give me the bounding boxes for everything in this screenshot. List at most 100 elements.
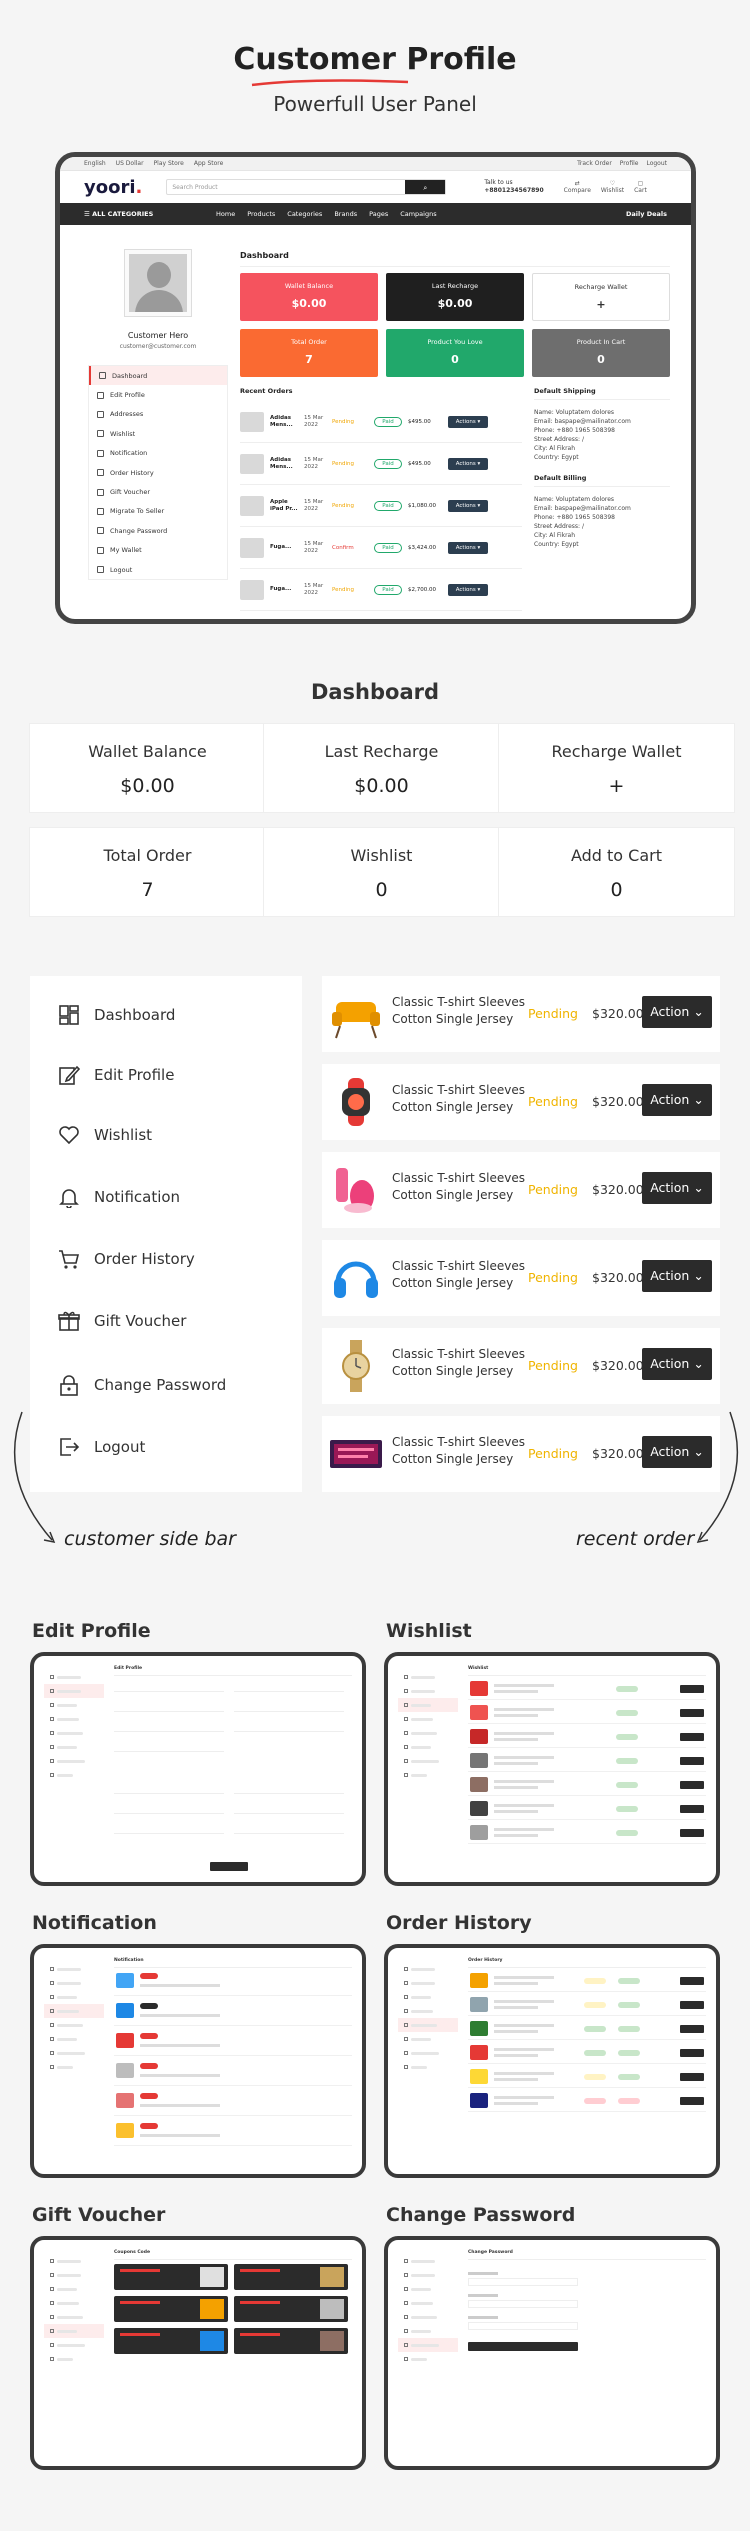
actions-button[interactable]: Actions ▾ (448, 415, 488, 428)
menu-item-change-password[interactable]: Change Password (89, 521, 227, 540)
menu-item-edit-profile[interactable]: Edit Profile (89, 385, 227, 404)
bell-icon (97, 449, 104, 457)
total-order-card: Total Order 7 (30, 828, 265, 916)
stat-card-wallet: Wallet Balance $0.00 (240, 273, 378, 321)
bell-icon (59, 1189, 79, 1208)
nav-item-campaigns[interactable]: Campaigns (400, 210, 436, 218)
phone-number: +8801234567890 (484, 187, 544, 194)
headphones-image (334, 1261, 378, 1298)
nav-item-home[interactable]: Home (216, 210, 235, 218)
lock-icon (60, 1375, 78, 1396)
store-icon (97, 507, 104, 515)
profile-link[interactable]: Profile (620, 160, 639, 167)
order-card: Classic T-shirt Sleeves Cotton Single Jer… (322, 1416, 720, 1492)
update-button[interactable] (210, 1862, 248, 1871)
actions-button[interactable]: Actions ▾ (448, 457, 488, 470)
play-store-link[interactable]: Play Store (154, 160, 184, 167)
action-button[interactable]: Action ⌄ (642, 1348, 712, 1380)
cart-icon (97, 469, 104, 477)
sidebar-item-order-history[interactable]: Order History (58, 1248, 195, 1270)
menu-item-order-history[interactable]: Order History (89, 463, 227, 482)
menu-item-addresses[interactable]: Addresses (89, 405, 227, 424)
menu-item-wishlist[interactable]: Wishlist (89, 424, 227, 443)
stat-card-last-recharge: Last Recharge $0.00 (386, 273, 524, 321)
nav-item-brands[interactable]: Brands (334, 210, 357, 218)
wishlist-button[interactable]: ♡ Wishlist (601, 180, 624, 194)
wallet-balance-card: Wallet Balance $0.00 (30, 724, 265, 812)
nav-item-products[interactable]: Products (247, 210, 275, 218)
search-input[interactable]: Search Product (167, 180, 405, 194)
stat-card-total-order: Total Order 7 (240, 329, 378, 377)
order-price: $320.00 (592, 1446, 644, 1461)
logout-icon (97, 566, 104, 574)
order-status: Pending (528, 1182, 578, 1197)
search-button[interactable]: ⌕ (405, 180, 446, 194)
nav-item-pages[interactable]: Pages (369, 210, 388, 218)
daily-deals-link[interactable]: Daily Deals (626, 210, 667, 218)
add-to-cart-card: Add to Cart 0 (499, 828, 734, 916)
menu-item-logout[interactable]: Logout (89, 560, 227, 579)
sidebar-item-gift-voucher[interactable]: Gift Voucher (58, 1310, 186, 1332)
recharge-wallet-card[interactable]: Recharge Wallet + (499, 724, 734, 812)
app-store-link[interactable]: App Store (194, 160, 224, 167)
customer-sidebar: Dashboard Edit Profile Wishlist Notifica… (30, 976, 302, 1492)
menu-item-my-wallet[interactable]: My Wallet (89, 541, 227, 560)
all-categories-button[interactable]: ☰ ALL CATEGORIES (84, 210, 204, 218)
order-price: $320.00 (592, 1270, 644, 1285)
dashboard-icon (59, 1005, 79, 1025)
order-card: Classic T-shirt Sleeves Cotton Single Jer… (322, 1152, 720, 1228)
logout-link[interactable]: Logout (646, 160, 667, 167)
sidebar-item-notification[interactable]: Notification (58, 1186, 180, 1208)
order-price: $320.00 (592, 1094, 644, 1109)
actions-button[interactable]: Actions ▾ (448, 541, 488, 554)
track-order-link[interactable]: Track Order (577, 160, 612, 167)
menu-item-migrate-seller[interactable]: Migrate To Seller (89, 502, 227, 521)
action-button[interactable]: Action ⌄ (642, 1260, 712, 1292)
laptop-mockup: English US Dollar Play Store App Store T… (55, 152, 696, 624)
stat-card-recharge[interactable]: Recharge Wallet + (532, 273, 670, 321)
menu-item-dashboard[interactable]: Dashboard (89, 366, 227, 386)
talk-to-us-label: Talk to us (484, 179, 513, 186)
preview-label-gift-voucher: Gift Voucher (32, 2204, 166, 2226)
preview-heading: Order History (468, 1958, 706, 1968)
paid-badge: Paid (374, 416, 402, 427)
menu-item-gift-voucher[interactable]: Gift Voucher (89, 482, 227, 501)
topbar: English US Dollar Play Store App Store T… (60, 157, 691, 171)
language-select[interactable]: English (84, 160, 106, 167)
order-status: Pending (528, 1006, 578, 1021)
site-logo[interactable]: yoori. (84, 177, 142, 198)
actions-button[interactable]: Actions ▾ (448, 583, 488, 596)
compare-icon: ⇄ (574, 180, 580, 187)
menu-item-notification[interactable]: Notification (89, 444, 227, 463)
save-changes-button[interactable] (468, 2342, 578, 2351)
actions-button[interactable]: Actions ▾ (448, 499, 488, 512)
page-subtitle: Powerfull User Panel (273, 92, 477, 116)
sidebar-item-dashboard[interactable]: Dashboard (58, 1004, 175, 1026)
sidebar-item-edit-profile[interactable]: Edit Profile (58, 1064, 174, 1086)
profile-menu: Dashboard Edit Profile Addresses Wishlis… (88, 365, 228, 581)
currency-select[interactable]: US Dollar (116, 160, 144, 167)
nav-item-categories[interactable]: Categories (287, 210, 322, 218)
billing-title: Default Billing (534, 474, 670, 487)
site-header: yoori. Search Product ⌕ Talk to us +8801… (60, 171, 691, 203)
action-button[interactable]: Action ⌄ (642, 1172, 712, 1204)
wallet-icon (97, 546, 104, 554)
action-button[interactable]: Action ⌄ (642, 1084, 712, 1116)
sidebar-item-wishlist[interactable]: Wishlist (58, 1124, 152, 1146)
preview-label-order-history: Order History (386, 1912, 532, 1934)
chevron-down-icon: ⌄ (693, 1356, 704, 1371)
recent-orders-list: Adidas Mens... 15 Mar 2022 Pending Paid $495… (240, 401, 522, 611)
lock-icon (97, 527, 104, 535)
action-button[interactable]: Action ⌄ (642, 996, 712, 1028)
order-row: Fuga... 15 Mar 2022 Confirm Paid $3,424.00 Ac… (240, 527, 522, 569)
dashboard-section-title: Dashboard (310, 680, 440, 704)
cart-button[interactable]: ▢ Cart (634, 180, 647, 194)
sidebar-item-change-password[interactable]: Change Password (58, 1374, 226, 1396)
right-curved-arrow (696, 1411, 739, 1544)
dashboard-icon (99, 372, 106, 380)
sidebar-item-logout[interactable]: Logout (58, 1436, 145, 1458)
chevron-down-icon: ⌄ (693, 1004, 704, 1019)
preview-change-password: Change Password (384, 2236, 720, 2470)
compare-button[interactable]: ⇄ Compare (564, 180, 591, 194)
preview-label-wishlist: Wishlist (386, 1620, 472, 1642)
